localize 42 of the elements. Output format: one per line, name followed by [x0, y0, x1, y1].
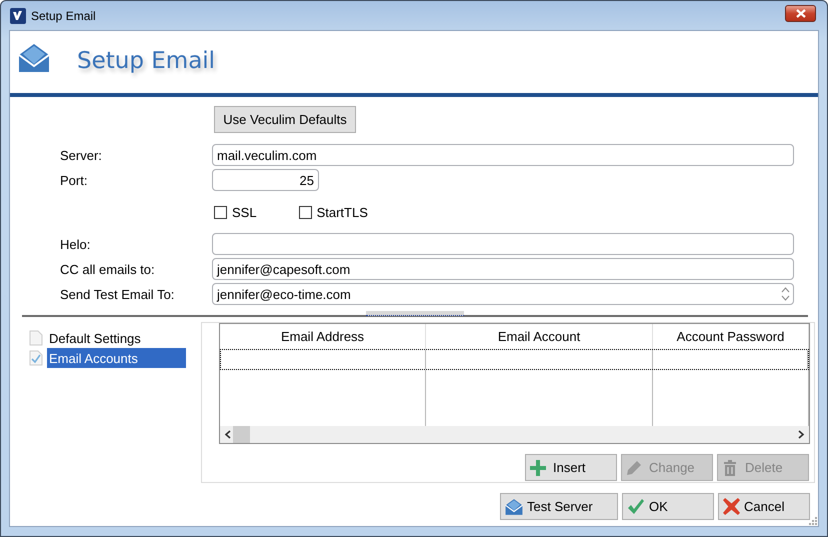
horizontal-scrollbar[interactable] [220, 426, 809, 443]
input-field[interactable] [212, 233, 794, 255]
column-header[interactable]: Email Account [426, 324, 653, 349]
resize-grip-icon[interactable] [809, 517, 817, 525]
splitter-handle[interactable] [366, 311, 464, 316]
tree-item[interactable]: Default Settings [47, 328, 186, 348]
check-icon [627, 498, 645, 514]
focused-row[interactable] [220, 349, 809, 370]
test-button[interactable]: Test Server [500, 493, 618, 520]
scrollbar-thumb[interactable] [233, 426, 250, 443]
defaults-button[interactable]: Use Veculim Defaults [214, 106, 356, 133]
field-label: Server: [60, 148, 103, 162]
input-field[interactable]: 25 [212, 169, 319, 191]
column-header[interactable]: Account Password [653, 324, 809, 349]
input-field[interactable]: jennifer@capesoft.com [212, 258, 794, 280]
input-field[interactable]: jennifer@eco-time.com [212, 283, 794, 305]
dialog-title: Setup Email [77, 48, 216, 74]
cancel-button[interactable]: Cancel [718, 493, 810, 520]
field-label: Helo: [60, 236, 92, 252]
field-label: Send Test Email To: [60, 286, 176, 302]
checkbox-label: SSL [232, 204, 257, 220]
checkbox-label: StartTLS [316, 204, 368, 220]
envelope-icon [505, 498, 523, 516]
ok-button[interactable]: OK [622, 493, 714, 520]
app-logo-icon [10, 8, 26, 24]
trash-icon [722, 460, 738, 476]
field-label: CC all emails to: [60, 262, 156, 276]
checkbox[interactable] [298, 206, 312, 218]
input-field[interactable]: mail.veculim.com [212, 144, 794, 166]
envelope-icon [18, 42, 50, 74]
tree-item[interactable]: Email Accounts [47, 348, 186, 368]
close-button[interactable] [785, 5, 816, 22]
spin-arrows-icon [781, 286, 790, 302]
window-title: Setup Email [31, 8, 97, 22]
checkbox[interactable] [214, 206, 227, 218]
insert-button[interactable]: Insert [525, 454, 617, 481]
column-header[interactable]: Email Address [220, 324, 426, 349]
close-icon [723, 498, 740, 515]
plus-icon [530, 460, 546, 476]
close-icon [796, 9, 806, 18]
pencil-icon [626, 460, 642, 476]
field-label: Port: [60, 172, 88, 188]
